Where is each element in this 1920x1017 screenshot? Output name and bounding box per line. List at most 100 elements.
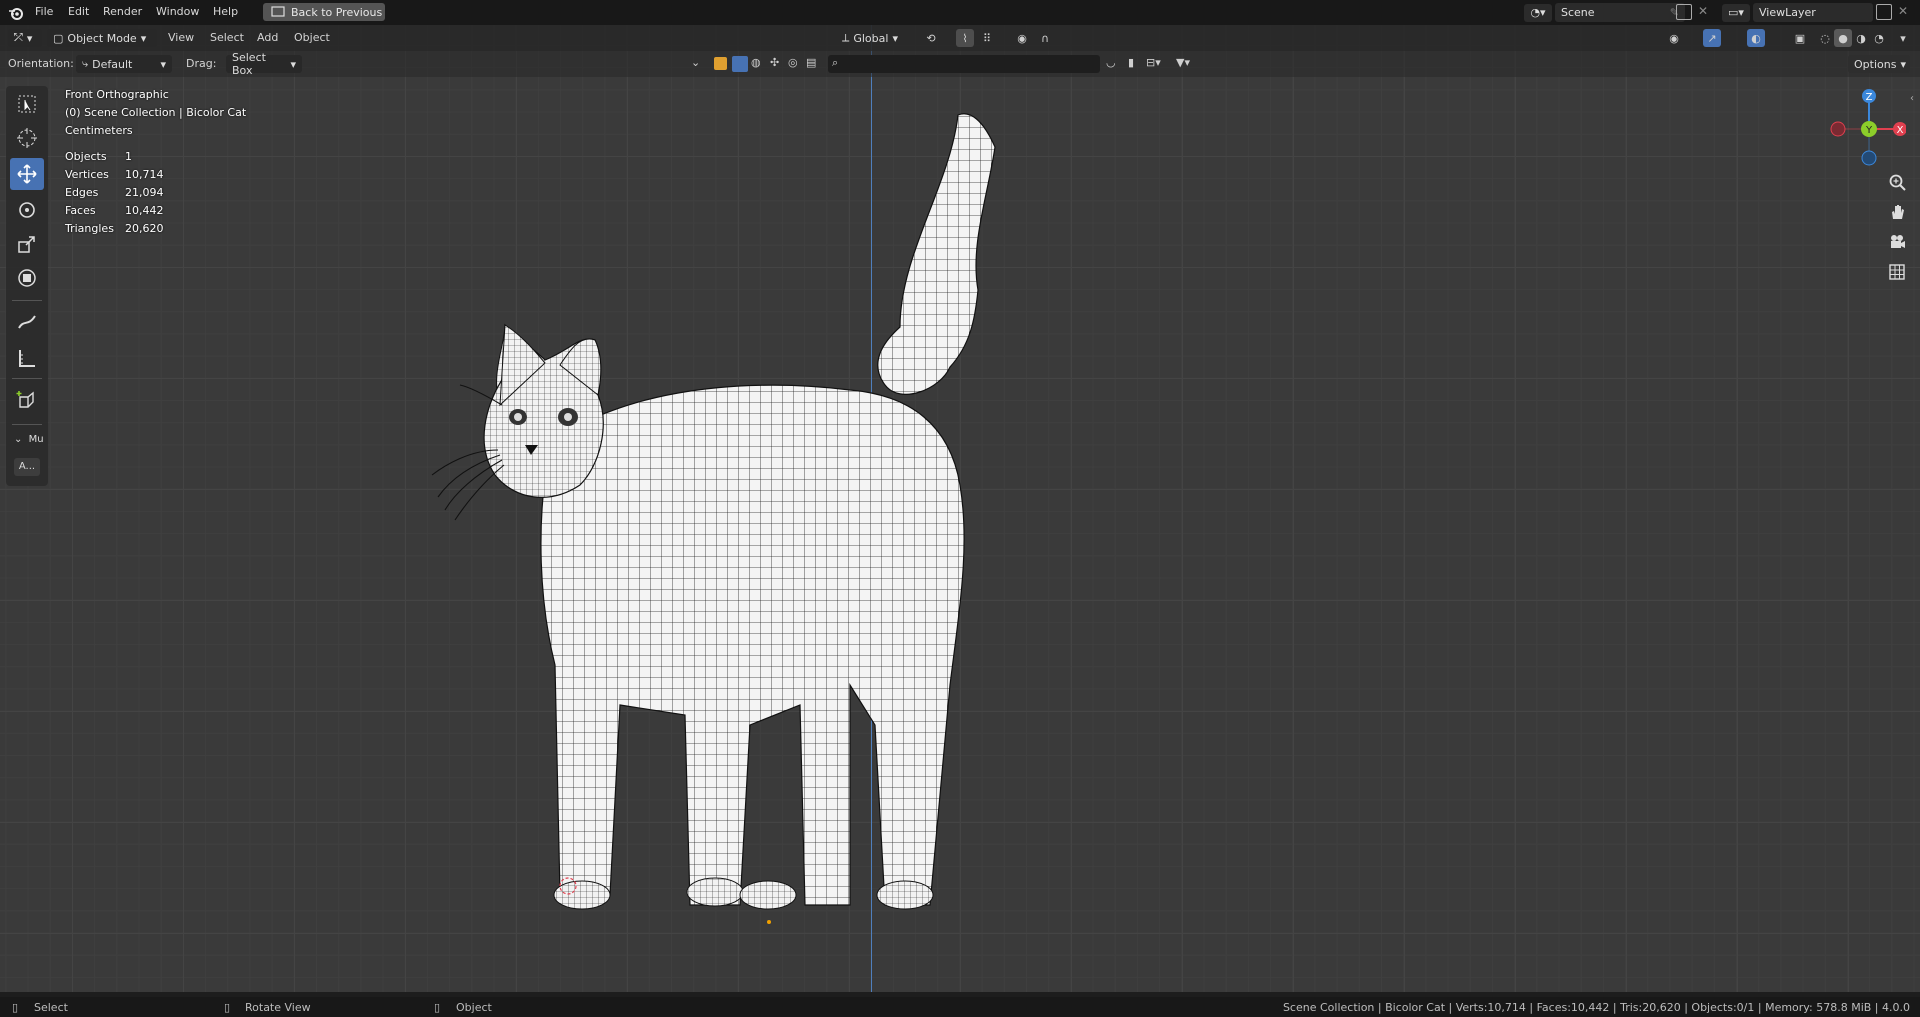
zoom-icon[interactable] (1884, 169, 1910, 195)
visibility-eye-icon[interactable]: ◉ (1665, 29, 1683, 47)
viewlayer-selector[interactable]: ViewLayer (1753, 3, 1873, 22)
rotate-tool-icon[interactable] (10, 194, 44, 226)
new-viewlayer-icon[interactable] (1876, 4, 1892, 20)
overlays-toggle-icon[interactable]: ◐ (1747, 29, 1765, 47)
delete-viewlayer-icon[interactable]: ✕ (1898, 4, 1908, 18)
orientation-dropdown[interactable]: ⤷ Default ▾ (76, 55, 172, 73)
chevron-down-icon: ▾ (892, 31, 898, 45)
menu-render[interactable]: Render (103, 5, 142, 18)
new-scene-icon[interactable] (1676, 4, 1692, 20)
sidebar-toggle-icon[interactable]: ‹ (1910, 93, 1914, 104)
pan-hand-icon[interactable] (1884, 199, 1910, 225)
camera-view-icon[interactable] (1884, 229, 1910, 255)
orientation-value: Default (92, 57, 133, 71)
collapse-chevron-icon[interactable]: ⌄ (691, 56, 700, 69)
panel-action-label: A... (18, 461, 36, 472)
falloff-curve-icon[interactable]: ∩ (1036, 29, 1054, 47)
gizmo-toggle-icon[interactable]: ↗ (1703, 29, 1721, 47)
navigation-gizmo[interactable]: Z Y X (1826, 86, 1906, 166)
scene-type-icon[interactable]: ◔▾ (1524, 4, 1552, 22)
snap-toggle-icon[interactable]: ⌇ (956, 29, 974, 47)
editor-type-button[interactable]: ⤱ ▾ (8, 29, 42, 47)
viewport-info-overlay: Front Orthographic (0) Scene Collection … (65, 86, 246, 238)
object-mode-icon: ▢ (53, 31, 64, 45)
sort-icon[interactable]: ⊟▾ (1146, 56, 1161, 69)
cursor-tool-icon[interactable] (10, 122, 44, 154)
menu-file[interactable]: File (35, 5, 53, 18)
chevron-down-icon: ▾ (26, 31, 33, 45)
stat-value: 10,442 (125, 204, 164, 217)
transform-orientation-selector[interactable]: ⟂ Global ▾ (836, 29, 914, 47)
solid-shading-icon[interactable]: ● (1834, 29, 1852, 47)
mouse-middle-icon: ▯ (224, 1001, 231, 1014)
status-object-hint: Object (456, 1001, 492, 1014)
options-dropdown[interactable]: Options ▾ (1848, 55, 1910, 73)
filter-funnel-icon[interactable]: ▼▾ (1176, 56, 1190, 69)
back-to-previous-button[interactable]: Back to Previous (263, 3, 385, 21)
panel-action-button[interactable]: A... (14, 458, 40, 476)
menu-view[interactable]: View (168, 31, 194, 44)
transform-tool-icon[interactable] (10, 262, 44, 294)
menu-window[interactable]: Window (156, 5, 199, 18)
pivot-point-icon[interactable]: ⟲ (922, 29, 940, 47)
material-shading-icon[interactable]: ◑ (1852, 29, 1870, 47)
layout-filter-icon[interactable]: ▤ (806, 56, 816, 69)
menu-select[interactable]: Select (210, 31, 244, 44)
move-tool-icon[interactable] (10, 158, 44, 190)
3d-cursor-icon[interactable] (555, 873, 581, 899)
scale-tool-icon[interactable] (10, 228, 44, 260)
stat-value: 10,714 (125, 168, 164, 181)
toolbar-divider (12, 424, 42, 425)
display-mode-icon[interactable] (714, 57, 727, 70)
measure-tool-icon[interactable] (10, 342, 44, 374)
svg-text:Z: Z (1866, 92, 1873, 103)
drag-value: Select Box (232, 51, 266, 77)
cat-mesh-model[interactable] (430, 105, 1050, 935)
stat-label: Edges (65, 186, 99, 199)
view-name: Front Orthographic (65, 88, 169, 101)
drag-dropdown[interactable]: Select Box ▾ (226, 51, 302, 77)
wireframe-shading-icon[interactable]: ◌ (1816, 29, 1834, 47)
menu-object[interactable]: Object (294, 31, 330, 44)
viewlayer-type-icon[interactable]: ▭▾ (1722, 4, 1750, 22)
stat-label: Vertices (65, 168, 109, 181)
object-filter-icon[interactable] (732, 56, 748, 72)
stat-row: Vertices 10,714 (65, 166, 246, 184)
status-bar: ▯ Select ▯ Rotate View ▯ Object Scene Co… (0, 997, 1920, 1017)
menu-add[interactable]: Add (257, 31, 278, 44)
shading-options-icon[interactable]: ▾ (1894, 29, 1912, 47)
rendered-shading-icon[interactable]: ◔ (1870, 29, 1888, 47)
viewlayer-name: ViewLayer (1759, 6, 1816, 19)
sphere-filter-icon[interactable]: ◍ (751, 56, 761, 69)
outliner-filter-strip: ⌄ ◍ ✣ ◎ ▤ ⌕ ◡ ▮ ⊟▾ ▼▾ (688, 55, 1208, 73)
stat-row: Faces 10,442 (65, 202, 246, 220)
svg-text:Y: Y (1865, 125, 1873, 136)
drag-label: Drag: (186, 57, 217, 70)
menu-help[interactable]: Help (213, 5, 238, 18)
blender-logo-icon[interactable] (8, 5, 24, 21)
chevron-down-icon: ⌄ (14, 434, 23, 445)
menu-edit[interactable]: Edit (68, 5, 89, 18)
mode-selector[interactable]: ▢ Object Mode ▾ (47, 29, 157, 47)
svg-text:X: X (1897, 125, 1904, 136)
status-scene-info: Scene Collection | Bicolor Cat | Verts:1… (1282, 1001, 1910, 1014)
snap-grid-icon[interactable]: ⠿ (978, 29, 996, 47)
scene-selector[interactable]: Scene ✎ (1555, 3, 1685, 22)
chevron-down-icon: ▾ (160, 57, 166, 71)
light-filter-icon[interactable]: ✣ (770, 56, 779, 69)
panel-collapse-row[interactable]: ⌄ Mu (14, 434, 44, 445)
proportional-edit-icon[interactable]: ◉ (1013, 29, 1031, 47)
delete-scene-icon[interactable]: ✕ (1698, 4, 1708, 18)
annotate-tool-icon[interactable] (10, 306, 44, 338)
stat-label: Faces (65, 204, 96, 217)
perspective-grid-icon[interactable] (1884, 259, 1910, 285)
select-box-tool-icon[interactable] (10, 88, 44, 120)
add-cube-tool-icon[interactable] (10, 384, 44, 416)
search-field[interactable]: ⌕ (828, 55, 1100, 73)
xray-toggle-icon[interactable]: ▣ (1791, 29, 1809, 47)
cat-body (540, 384, 965, 906)
world-filter-icon[interactable]: ◎ (788, 56, 798, 69)
3d-viewport[interactable]: ⤱ ▾ ▢ Object Mode ▾ View Select Add Objec… (0, 25, 1920, 992)
bookmark-icon[interactable]: ▮ (1128, 56, 1134, 69)
hide-toggle-icon[interactable]: ◡ (1106, 56, 1116, 69)
